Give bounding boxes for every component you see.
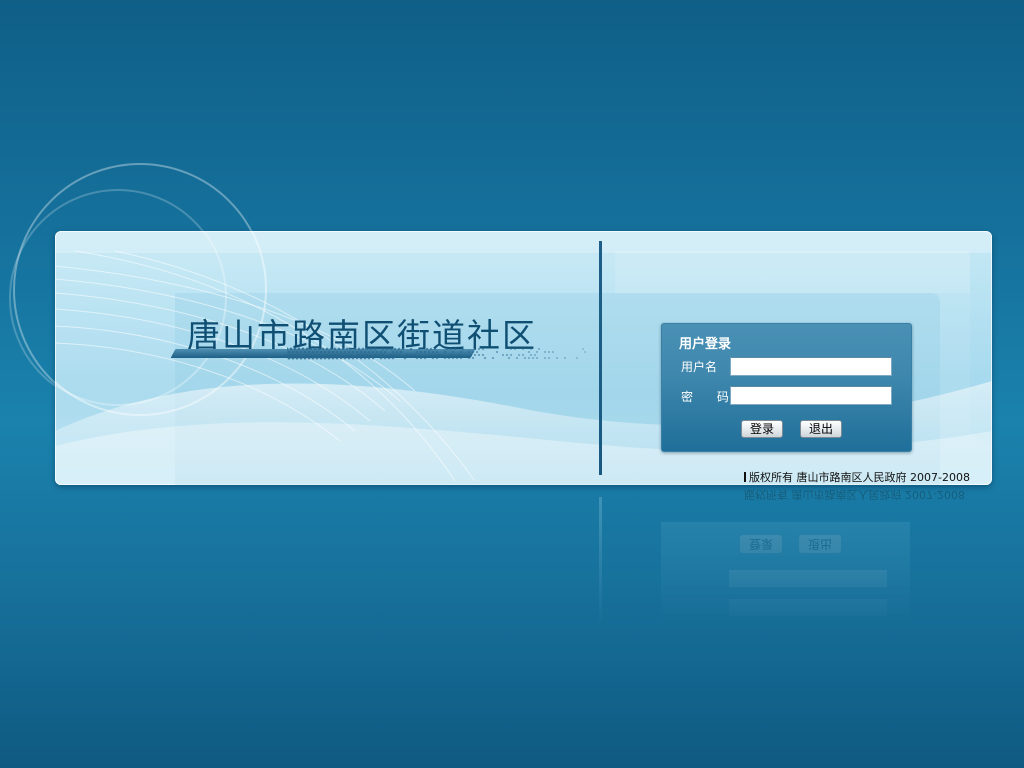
copyright-notice: 版权所有 唐山市路南区人民政府 2007-2008 bbox=[744, 469, 970, 485]
copyright-text: 版权所有 唐山市路南区人民政府 2007-2008 bbox=[749, 471, 970, 484]
exit-button[interactable]: 退出 bbox=[800, 420, 842, 438]
reflection-divider bbox=[599, 497, 602, 627]
username-label: 用户名 bbox=[681, 358, 717, 375]
login-button[interactable]: 登录 bbox=[741, 420, 783, 438]
reflection-content: 登录 退出 版权所有 唐山市路南区人民政府 2007-2008 bbox=[55, 487, 992, 627]
reflection-copyright: 版权所有 唐山市路南区人民政府 2007-2008 bbox=[744, 487, 965, 503]
reflection-password-input bbox=[729, 570, 887, 587]
login-title: 用户登录 bbox=[679, 333, 731, 352]
reflection-login-button: 登录 bbox=[740, 535, 782, 553]
reflection-username-input bbox=[729, 599, 887, 616]
reflection-exit-button: 退出 bbox=[799, 535, 841, 553]
password-input[interactable] bbox=[730, 386, 892, 405]
title-halftone-dots bbox=[287, 347, 592, 361]
vertical-divider bbox=[599, 241, 602, 475]
login-form: 用户登录 用户名 密 码 登录 退出 bbox=[661, 323, 912, 452]
panel-reflection: 登录 退出 版权所有 唐山市路南区人民政府 2007-2008 bbox=[55, 487, 992, 627]
copyright-marker-icon bbox=[744, 472, 746, 482]
banner-panel: 唐山市路南区街道社区 用户登录 用户名 密 码 登录 退出 版权所有 唐山市路南… bbox=[55, 231, 992, 485]
username-input[interactable] bbox=[730, 357, 892, 376]
